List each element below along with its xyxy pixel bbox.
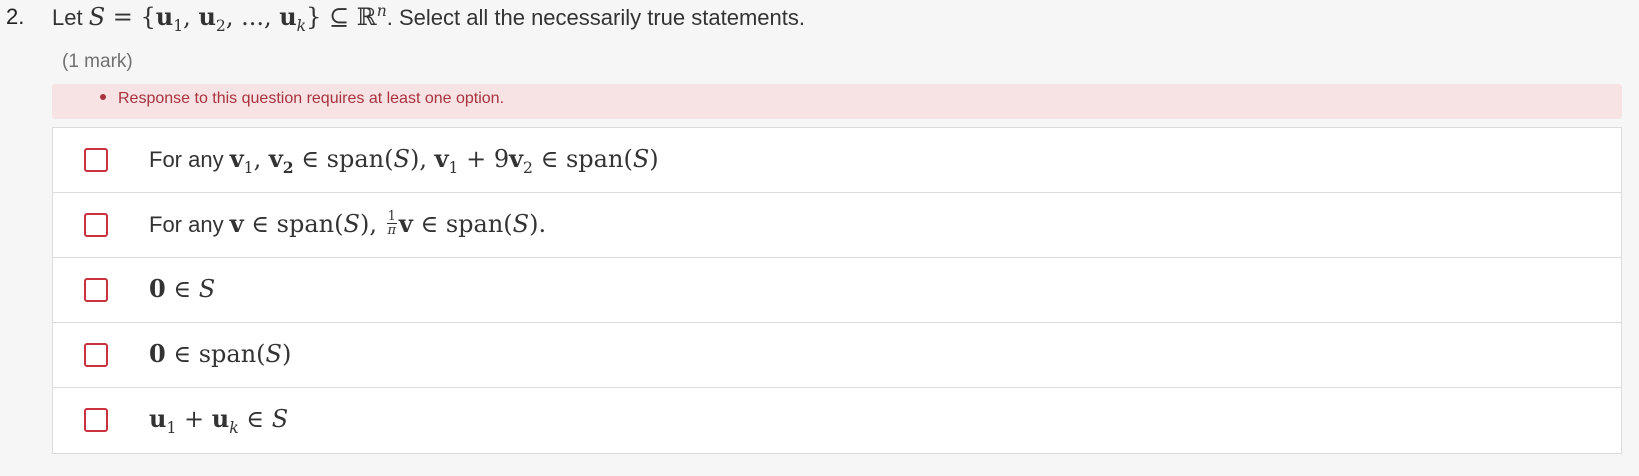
bullet-icon	[100, 93, 106, 100]
option-math: 0 ∈ S	[149, 274, 216, 303]
option-label: 0 ∈ span(S)	[149, 339, 291, 368]
option-label: u1 + uk ∈ S	[149, 404, 289, 437]
option-math: v ∈ span(S), 1πv ∈ span(S).	[229, 209, 547, 238]
option-math: v1, v2 ∈ span(S), v1 + 9v2 ∈ span(S)	[229, 144, 659, 177]
option-checkbox[interactable]	[84, 278, 108, 302]
answer-options: For any v1, v2 ∈ span(S), v1 + 9v2 ∈ spa…	[52, 127, 1622, 454]
question: 2. Let S = {u1, u2, ..., uk} ⊆ ℝn. Selec…	[0, 0, 1639, 476]
option-checkbox[interactable]	[84, 148, 108, 172]
option-5[interactable]: u1 + uk ∈ S	[53, 388, 1621, 453]
prompt-text-start: Let	[52, 5, 89, 30]
option-1[interactable]: For any v1, v2 ∈ span(S), v1 + 9v2 ∈ spa…	[53, 128, 1621, 193]
option-checkbox[interactable]	[84, 408, 108, 432]
option-prefix: For any	[149, 147, 230, 172]
prompt-text-end: . Select all the necessarily true statem…	[386, 5, 805, 30]
alert-message: Response to this question requires at le…	[118, 90, 505, 107]
question-prompt: Let S = {u1, u2, ..., uk} ⊆ ℝn. Select a…	[52, 2, 805, 35]
option-4[interactable]: 0 ∈ span(S)	[53, 323, 1621, 388]
validation-alert: Response to this question requires at le…	[52, 84, 1622, 119]
option-label: 0 ∈ S	[149, 274, 215, 303]
option-2[interactable]: For any v ∈ span(S), 1πv ∈ span(S).	[53, 193, 1621, 258]
question-number: 2.	[6, 4, 25, 29]
question-mark-value: (1 mark)	[62, 51, 133, 72]
option-checkbox[interactable]	[84, 343, 108, 367]
option-3[interactable]: 0 ∈ S	[53, 258, 1621, 323]
option-math: 0 ∈ span(S)	[149, 339, 292, 368]
option-checkbox[interactable]	[84, 213, 108, 237]
option-math: u1 + uk ∈ S	[149, 404, 289, 437]
option-prefix: For any	[149, 212, 230, 237]
option-label: For any v1, v2 ∈ span(S), v1 + 9v2 ∈ spa…	[149, 144, 659, 177]
option-label: For any v ∈ span(S), 1πv ∈ span(S).	[149, 209, 546, 239]
prompt-set-definition: S = {u1, u2, ..., uk} ⊆ ℝn	[88, 2, 387, 35]
